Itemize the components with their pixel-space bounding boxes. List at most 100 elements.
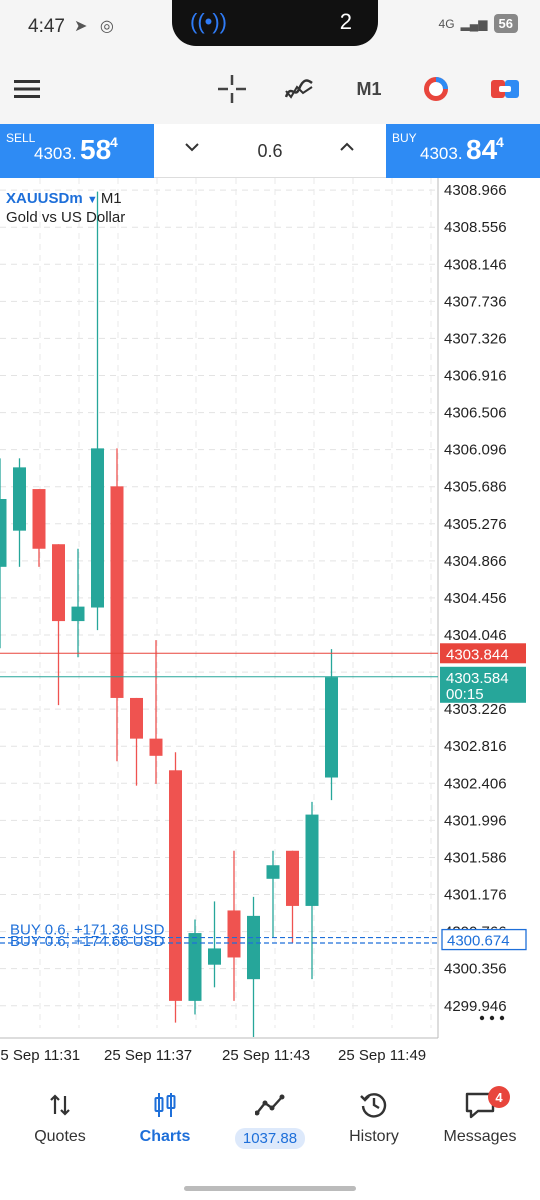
candle-body	[247, 915, 260, 980]
y-tick-label: 4308.146	[444, 256, 507, 273]
nav-quotes[interactable]: Quotes	[6, 1088, 114, 1146]
symbol-timeframe: M1	[100, 190, 122, 207]
y-tick-label: 4307.326	[444, 330, 507, 347]
chart-canvas[interactable]: 4308.966 4308.556 4308.146 4307.736 4307.326…	[0, 178, 540, 1070]
candle-body	[71, 606, 85, 622]
candle-body	[52, 544, 65, 622]
y-tick-label: 4306.096	[444, 442, 507, 459]
candle-body	[91, 448, 104, 608]
network-icon: 4G	[438, 16, 455, 31]
trade-panel-icon[interactable]	[490, 74, 520, 104]
volume-increase-button[interactable]	[339, 138, 355, 161]
bottom-navigation: Quotes Charts 1037.88 History 4 Messages	[0, 1078, 540, 1178]
y-tick-label: 4302.406	[444, 775, 507, 792]
candle-body	[0, 499, 7, 567]
chart-toolbar: M1	[0, 52, 540, 124]
more-options-dot	[489, 1015, 495, 1021]
y-tick-label: 4308.556	[444, 219, 507, 236]
charts-icon	[111, 1088, 219, 1122]
nav-messages-label: Messages	[443, 1128, 517, 1145]
candle-body	[110, 486, 124, 698]
y-tick-label: 4304.456	[444, 590, 507, 607]
y-tick-label: 4305.686	[444, 479, 507, 496]
home-indicator	[184, 1186, 356, 1191]
candle-body	[266, 865, 280, 879]
y-tick-label: 4299.946	[444, 998, 507, 1015]
candle-body	[305, 814, 319, 906]
more-options-dot	[479, 1015, 485, 1021]
nav-quotes-label: Quotes	[34, 1128, 86, 1145]
y-tick-label: 4303.226	[444, 701, 507, 718]
y-tick-label: 4302.816	[444, 738, 507, 755]
sell-button[interactable]: SELL 4303. 58 4	[0, 124, 154, 178]
sell-price-main: 4303.	[34, 144, 77, 163]
y-tick-label: 4301.996	[444, 812, 507, 829]
candle-body	[286, 850, 299, 906]
y-tick-label: 4306.916	[444, 367, 507, 384]
candle-body	[149, 738, 163, 756]
position-price-label: 4300.674	[447, 933, 510, 950]
y-tick-label: 4306.506	[444, 405, 507, 422]
x-tick-label: 25 Sep 11:31	[0, 1047, 80, 1064]
status-right: 4G ▂▄▆ 56	[439, 14, 518, 33]
y-tick-label: 4301.176	[444, 887, 507, 904]
trade-bar: SELL 4303. 58 4 0.6 BUY 4303. 84 4	[0, 124, 540, 178]
bid-price-label: 4303.584	[446, 670, 509, 687]
volume-control: 0.6	[154, 124, 386, 178]
timeframe-button[interactable]: M1	[352, 74, 386, 104]
y-tick-label: 4308.966	[444, 182, 507, 199]
buy-button[interactable]: BUY 4303. 84 4	[386, 124, 540, 178]
symbol-description: Gold vs US Dollar	[6, 209, 126, 226]
broadcast-icon: ((•))	[190, 9, 228, 34]
crosshair-icon[interactable]	[217, 74, 247, 104]
candle-body	[208, 948, 221, 965]
y-tick-label: 4304.046	[444, 627, 507, 644]
x-tick-label: 25 Sep 11:37	[104, 1047, 192, 1064]
battery-icon: 56	[493, 14, 518, 33]
nav-trade[interactable]: 1037.88	[216, 1088, 324, 1149]
x-tick-label: 25 Sep 11:49	[338, 1047, 426, 1064]
ask-price-label: 4303.844	[446, 646, 509, 663]
candle-body	[169, 770, 182, 1001]
candle-body	[227, 910, 241, 958]
indicators-icon[interactable]	[284, 74, 314, 104]
sell-price-big: 58	[80, 134, 112, 165]
buy-label: BUY	[392, 131, 417, 145]
status-time: 4:47	[28, 16, 65, 37]
nav-charts[interactable]: Charts	[111, 1088, 219, 1146]
trade-icon	[216, 1088, 324, 1122]
y-tick-label: 4301.586	[444, 849, 507, 866]
menu-icon[interactable]	[12, 74, 42, 104]
nav-messages[interactable]: 4 Messages	[426, 1086, 534, 1146]
signal-icon: ▂▄▆	[460, 16, 488, 31]
balance-badge: 1037.88	[234, 1128, 306, 1149]
status-bar: 4:47 ➤ ◎ ((•)) 2 4G ▂▄▆ 56	[0, 0, 540, 52]
nav-charts-label: Charts	[139, 1128, 191, 1145]
x-tick-label: 25 Sep 11:43	[222, 1047, 310, 1064]
bar-timer-label: 00:15	[446, 686, 484, 703]
buy-price-sup: 4	[496, 134, 504, 150]
quotes-icon	[6, 1088, 114, 1122]
messages-icon	[426, 1088, 534, 1122]
history-icon	[320, 1088, 428, 1122]
position-label: BUY 0.6, +174.66 USD	[10, 933, 165, 950]
y-tick-label: 4307.736	[444, 293, 507, 310]
y-tick-label: 4300.356	[444, 961, 507, 978]
nav-history-label: History	[349, 1128, 399, 1145]
dynamic-notch: ((•)) 2	[172, 0, 378, 46]
messages-badge: 4	[488, 1086, 510, 1108]
sell-label: SELL	[6, 131, 36, 145]
nav-history[interactable]: History	[320, 1088, 428, 1146]
symbol-label[interactable]: XAUUSDm ▼ M1	[6, 190, 122, 207]
symbol-name: XAUUSDm	[6, 190, 83, 207]
notification-icons: ➤ ◎	[74, 18, 118, 35]
y-tick-label: 4304.866	[444, 553, 507, 570]
symbol-dropdown-icon: ▼	[86, 194, 101, 206]
buy-price-big: 84	[466, 134, 498, 165]
price-chart[interactable]: 4308.966 4308.556 4308.146 4307.736 4307.326…	[0, 178, 540, 1070]
more-options-dot	[499, 1015, 505, 1021]
candle-body	[13, 467, 26, 531]
one-click-trading-icon[interactable]	[421, 74, 451, 104]
y-tick-label: 4305.276	[444, 516, 507, 533]
notch-count: 2	[339, 9, 352, 34]
